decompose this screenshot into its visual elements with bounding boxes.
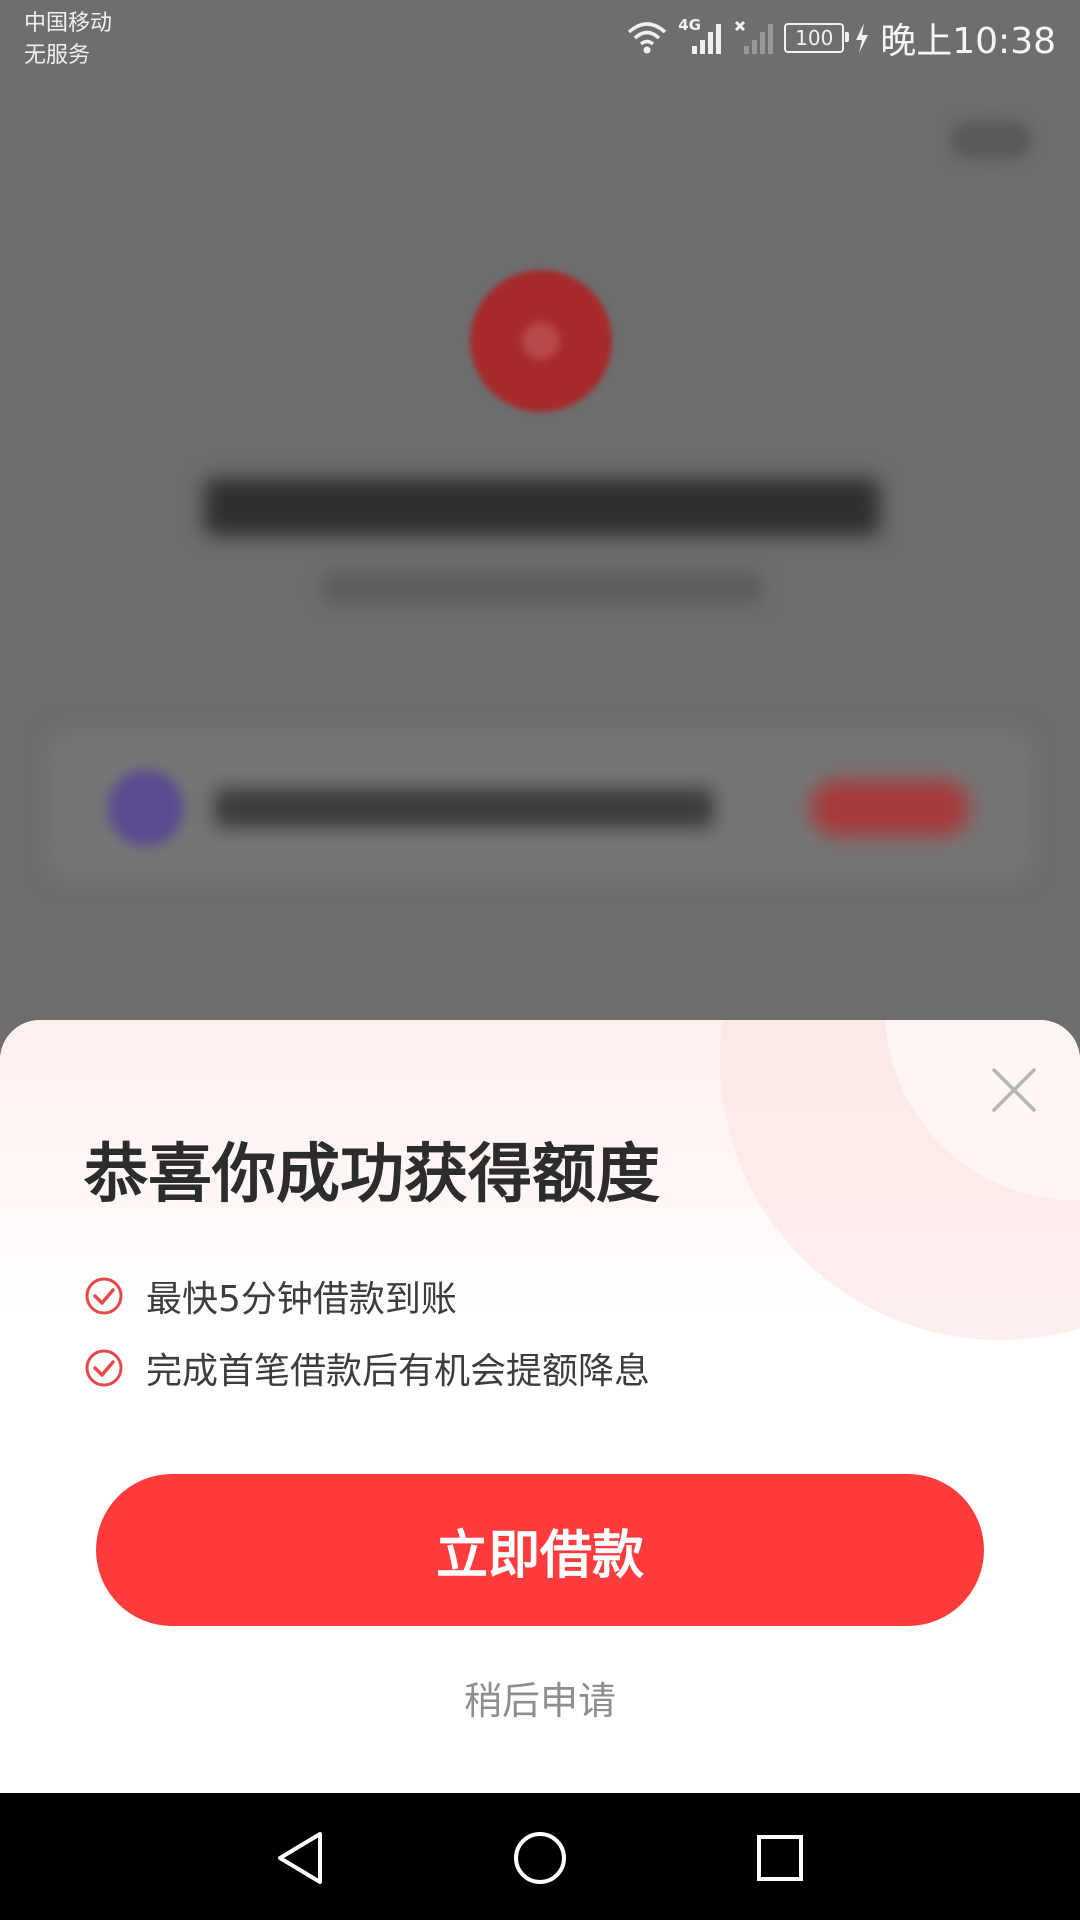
background-top-button xyxy=(950,120,1032,160)
apply-later-link[interactable]: 稍后申请 xyxy=(0,1670,1080,1725)
check-circle-icon xyxy=(84,1348,124,1388)
background-card-button xyxy=(810,780,970,836)
background-card-avatar xyxy=(108,770,184,846)
background-page xyxy=(0,90,1080,1020)
sheet-title: 恭喜你成功获得额度 xyxy=(84,1138,660,1212)
borrow-now-button[interactable]: 立即借款 xyxy=(96,1474,984,1626)
benefit-text: 完成首笔借款后有机会提额降息 xyxy=(146,1351,651,1392)
benefit-item-fast-loan: 最快5分钟借款到账 xyxy=(84,1260,650,1332)
charging-icon xyxy=(854,23,870,53)
navigation-bar xyxy=(0,1793,1080,1920)
carrier-name: 中国移动 xyxy=(24,11,113,36)
recents-button[interactable] xyxy=(745,1823,815,1893)
clock: 晚上10:38 xyxy=(880,21,1056,62)
battery-level: 100 xyxy=(795,26,834,50)
status-icons: 4G 100 晚上10:38 xyxy=(626,14,1056,62)
battery-icon: 100 xyxy=(784,23,850,53)
benefit-list: 最快5分钟借款到账 完成首笔借款后有机会提额降息 xyxy=(84,1260,650,1404)
recents-icon xyxy=(757,1835,803,1881)
back-icon xyxy=(278,1832,322,1884)
service-status: 无服务 xyxy=(24,43,91,68)
credit-success-sheet: 恭喜你成功获得额度 最快5分钟借款到账 完成首笔借款后有机会提额降息 立即借款 … xyxy=(0,1020,1080,1793)
home-icon xyxy=(514,1832,566,1884)
no-signal-icon xyxy=(734,20,774,56)
status-bar: 中国移动 无服务 4G 100 晚上10:38 xyxy=(0,0,1080,90)
background-subtitle xyxy=(322,572,762,604)
network-type-label: 4G xyxy=(678,16,701,34)
carrier-info: 中国移动 无服务 xyxy=(24,8,112,72)
background-logo-mark xyxy=(522,322,560,360)
wifi-icon xyxy=(626,20,668,56)
signal-icon: 4G xyxy=(678,16,724,56)
check-circle-icon xyxy=(84,1276,124,1316)
back-button[interactable] xyxy=(265,1823,335,1893)
close-icon xyxy=(992,1068,1036,1112)
background-card-text xyxy=(214,788,714,828)
home-button[interactable] xyxy=(505,1823,575,1893)
close-button[interactable] xyxy=(986,1062,1042,1118)
background-title xyxy=(204,478,880,536)
benefit-item-raise-limit: 完成首笔借款后有机会提额降息 xyxy=(84,1332,650,1404)
benefit-text: 最快5分钟借款到账 xyxy=(146,1279,457,1320)
